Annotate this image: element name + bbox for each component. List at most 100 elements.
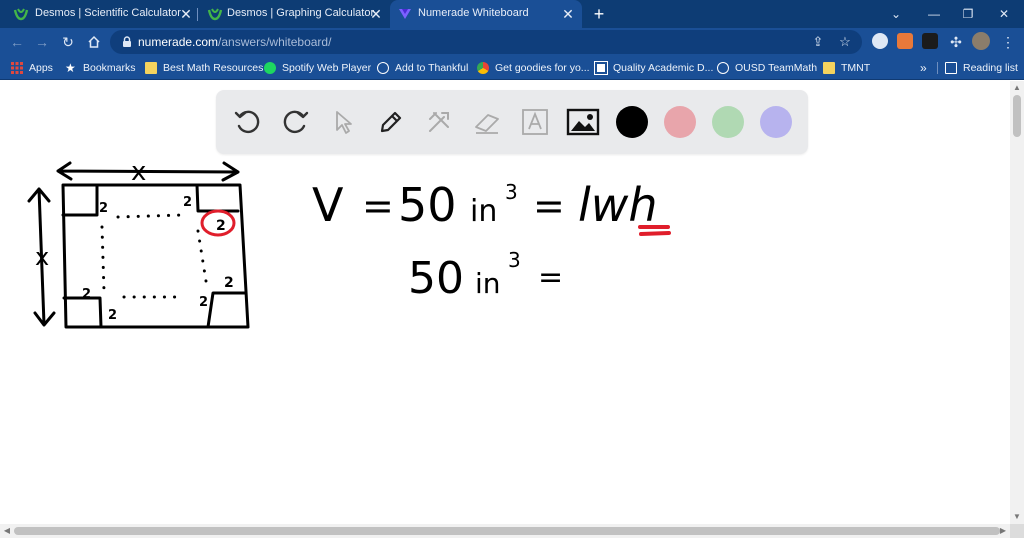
text-icon [522,109,548,135]
share-icon[interactable]: ⇪ [810,34,826,50]
corner-label: 2 [224,275,234,291]
globe-icon [377,62,389,74]
fold-lines [100,213,208,299]
text-tool-button[interactable] [517,104,553,140]
reading-list-label: Reading list [963,62,1018,74]
vertical-scrollbar[interactable]: ▲ ▼ [1010,81,1024,524]
desmos-icon [13,8,29,21]
numerade-icon [399,9,411,19]
bookmark-add-to-thankful[interactable]: Add to Thankful [377,60,468,76]
bookmarks-bar: Apps ★ Bookmarks Best Math Resources Spo… [0,56,1024,80]
scroll-left-arrow-icon[interactable]: ◀ [0,524,14,538]
reading-list-button[interactable]: Reading list [945,60,1018,76]
redo-icon [283,110,309,134]
box-net-sketch [27,161,250,329]
vertical-scroll-thumb[interactable] [1013,95,1021,137]
bookmark-label: OUSD TeamMath [735,62,818,74]
box-outline [61,183,250,329]
folder-icon [823,62,835,74]
redo-button[interactable] [277,104,313,140]
bookmark-best-math-resources[interactable]: Best Math Resources [145,60,263,76]
bookmark-get-goodies[interactable]: Get goodies for yo... [477,60,590,76]
minimize-icon[interactable]: — [924,4,944,24]
restore-icon[interactable]: ❐ [958,4,978,24]
tab-search-chevron-icon[interactable]: ⌄ [886,4,906,24]
corner-label: 2 [216,218,226,234]
formula-lwh: lwh [578,178,658,232]
tab-title: Desmos | Scientific Calculator [35,7,181,19]
bookmark-star-icon[interactable]: ☆ [837,34,853,50]
scroll-down-arrow-icon[interactable]: ▼ [1010,510,1024,524]
volume-unit: in [475,267,501,300]
corner-square-bottom-right [206,291,248,329]
corner-label: 2 [199,295,208,310]
desmos-icon [207,8,223,21]
lock-icon [123,36,131,47]
window-close-icon[interactable]: ✕ [994,4,1014,24]
tools-button[interactable] [421,104,457,140]
arrow-top [56,161,240,182]
reload-icon[interactable]: ↻ [58,32,78,52]
horizontal-scroll-thumb[interactable] [14,527,1000,535]
avatar[interactable] [972,32,990,50]
address-bar[interactable]: numerade.com/answers/whiteboard/ ⇪ ☆ [110,30,862,54]
tab-title: Desmos | Graphing Calculator [227,7,375,19]
extension-icon[interactable] [922,33,938,49]
image-icon [566,108,600,136]
bookmark-ousd-teammath[interactable]: OUSD TeamMath [717,60,817,76]
extensions-puzzle-icon[interactable]: ✣ [946,32,966,52]
bookmark-tmnt[interactable]: TMNT [823,60,870,76]
url-text: numerade.com/answers/whiteboard/ [138,35,331,49]
url-host: numerade.com [138,35,219,49]
scrollbar-corner [1010,524,1024,538]
box-height-label: x [35,243,49,271]
bookmark-label: Spotify Web Player [282,62,372,74]
close-icon[interactable]: ✕ [368,6,384,22]
equals-sign: = [362,184,394,228]
color-pink-swatch[interactable] [664,106,696,138]
bookmark-label: Add to Thankful [395,62,469,74]
eraser-icon [475,114,499,134]
bookmark-label: Apps [29,62,53,74]
menu-kebab-icon[interactable]: ⋮ [998,32,1018,52]
horizontal-scrollbar[interactable]: ◀ ▶ [0,524,1010,538]
equals-sign: = [538,260,563,295]
bookmark-bookmarks[interactable]: ★ Bookmarks [65,60,136,76]
spotify-icon [264,62,276,74]
corner-square-top-left [61,183,99,217]
corner-label: 2 [99,201,108,216]
volume-symbol: V [312,178,344,232]
divider [937,62,938,74]
whiteboard-toolbar [216,90,808,154]
color-black-swatch[interactable] [616,106,648,138]
scroll-right-arrow-icon[interactable]: ▶ [996,524,1010,538]
tab-desmos-graphing[interactable]: Desmos | Graphing Calculator ✕ [198,0,388,28]
apps-grid-icon [11,62,23,74]
image-tool-button[interactable] [565,104,601,140]
undo-button[interactable] [230,104,266,140]
home-icon[interactable] [84,32,104,52]
bookmarks-overflow-button[interactable]: » [920,60,927,76]
tab-desmos-scientific[interactable]: Desmos | Scientific Calculator ✕ [0,0,196,28]
corner-square-top-right [195,183,240,213]
close-icon[interactable]: ✕ [560,6,576,22]
bookmark-spotify[interactable]: Spotify Web Player [264,60,371,76]
extension-icon[interactable] [872,33,888,49]
new-tab-button[interactable]: + [589,4,609,24]
eraser-tool-button[interactable] [469,104,505,140]
scroll-up-arrow-icon[interactable]: ▲ [1010,81,1024,95]
tab-numerade-whiteboard[interactable]: Numerade Whiteboard ✕ [390,0,582,28]
bookmark-quality-academic[interactable]: Quality Academic D... [594,60,713,76]
color-green-swatch[interactable] [712,106,744,138]
extension-icon[interactable] [897,33,913,49]
forward-icon[interactable]: → [32,32,52,52]
bookmark-label: Best Math Resources [163,62,264,74]
bookmark-apps[interactable]: Apps [11,60,53,76]
back-icon[interactable]: ← [7,32,27,52]
bookmark-label: Get goodies for yo... [495,62,590,74]
select-tool-button[interactable] [325,104,361,140]
globe-icon [717,62,729,74]
color-purple-swatch[interactable] [760,106,792,138]
close-icon[interactable]: ✕ [178,6,194,22]
pen-tool-button[interactable] [373,104,409,140]
